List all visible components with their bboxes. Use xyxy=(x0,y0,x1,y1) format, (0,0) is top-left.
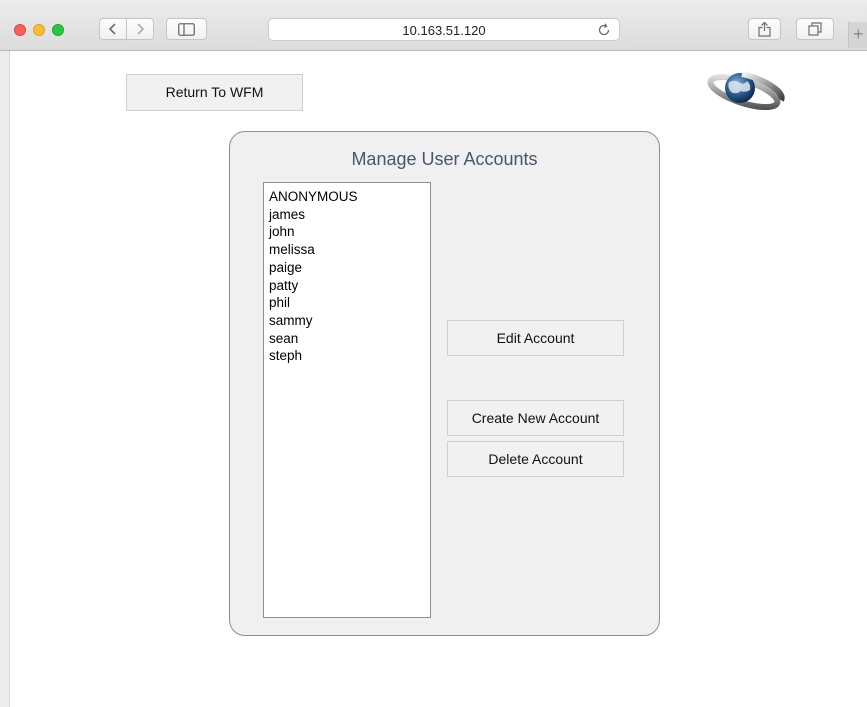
list-item[interactable]: phil xyxy=(269,294,430,312)
tabs-overview-icon xyxy=(808,22,822,36)
list-item[interactable]: ANONYMOUS xyxy=(269,188,430,206)
sidebar-icon xyxy=(178,22,195,36)
zoom-window-button[interactable] xyxy=(52,24,64,36)
list-item[interactable]: patty xyxy=(269,277,430,295)
chevron-left-icon xyxy=(108,23,116,35)
edit-account-button[interactable]: Edit Account xyxy=(447,320,624,356)
new-tab-button[interactable]: + xyxy=(848,22,867,48)
tab-overview-button[interactable] xyxy=(796,18,834,40)
chevron-right-icon xyxy=(137,23,145,35)
minimize-window-button[interactable] xyxy=(33,24,45,36)
address-text: 10.163.51.120 xyxy=(402,23,486,38)
globe-logo-icon xyxy=(707,71,785,111)
back-button[interactable] xyxy=(99,18,127,40)
list-item[interactable]: sammy xyxy=(269,312,430,330)
return-to-wfm-button[interactable]: Return To WFM xyxy=(126,74,303,111)
browser-toolbar: 10.163.51.120 + xyxy=(0,0,867,51)
share-icon xyxy=(758,21,771,37)
list-item[interactable]: sean xyxy=(269,330,430,348)
forward-button[interactable] xyxy=(126,18,154,40)
list-item[interactable]: paige xyxy=(269,259,430,277)
address-bar[interactable]: 10.163.51.120 xyxy=(268,18,620,41)
close-window-button[interactable] xyxy=(14,24,26,36)
list-item[interactable]: john xyxy=(269,223,430,241)
sidebar-toggle-button[interactable] xyxy=(166,18,207,40)
panel-title: Manage User Accounts xyxy=(351,149,538,169)
reload-icon[interactable] xyxy=(597,23,611,37)
user-accounts-listbox[interactable]: ANONYMOUS james john melissa paige patty… xyxy=(263,182,431,618)
page-left-edge xyxy=(0,51,10,707)
manage-accounts-panel: Manage User Accounts ANONYMOUS james joh… xyxy=(229,131,660,636)
create-account-button[interactable]: Create New Account xyxy=(447,400,624,436)
delete-account-button[interactable]: Delete Account xyxy=(447,441,624,477)
list-item[interactable]: james xyxy=(269,206,430,224)
list-item[interactable]: melissa xyxy=(269,241,430,259)
list-item[interactable]: steph xyxy=(269,347,430,365)
share-button[interactable] xyxy=(748,18,781,40)
